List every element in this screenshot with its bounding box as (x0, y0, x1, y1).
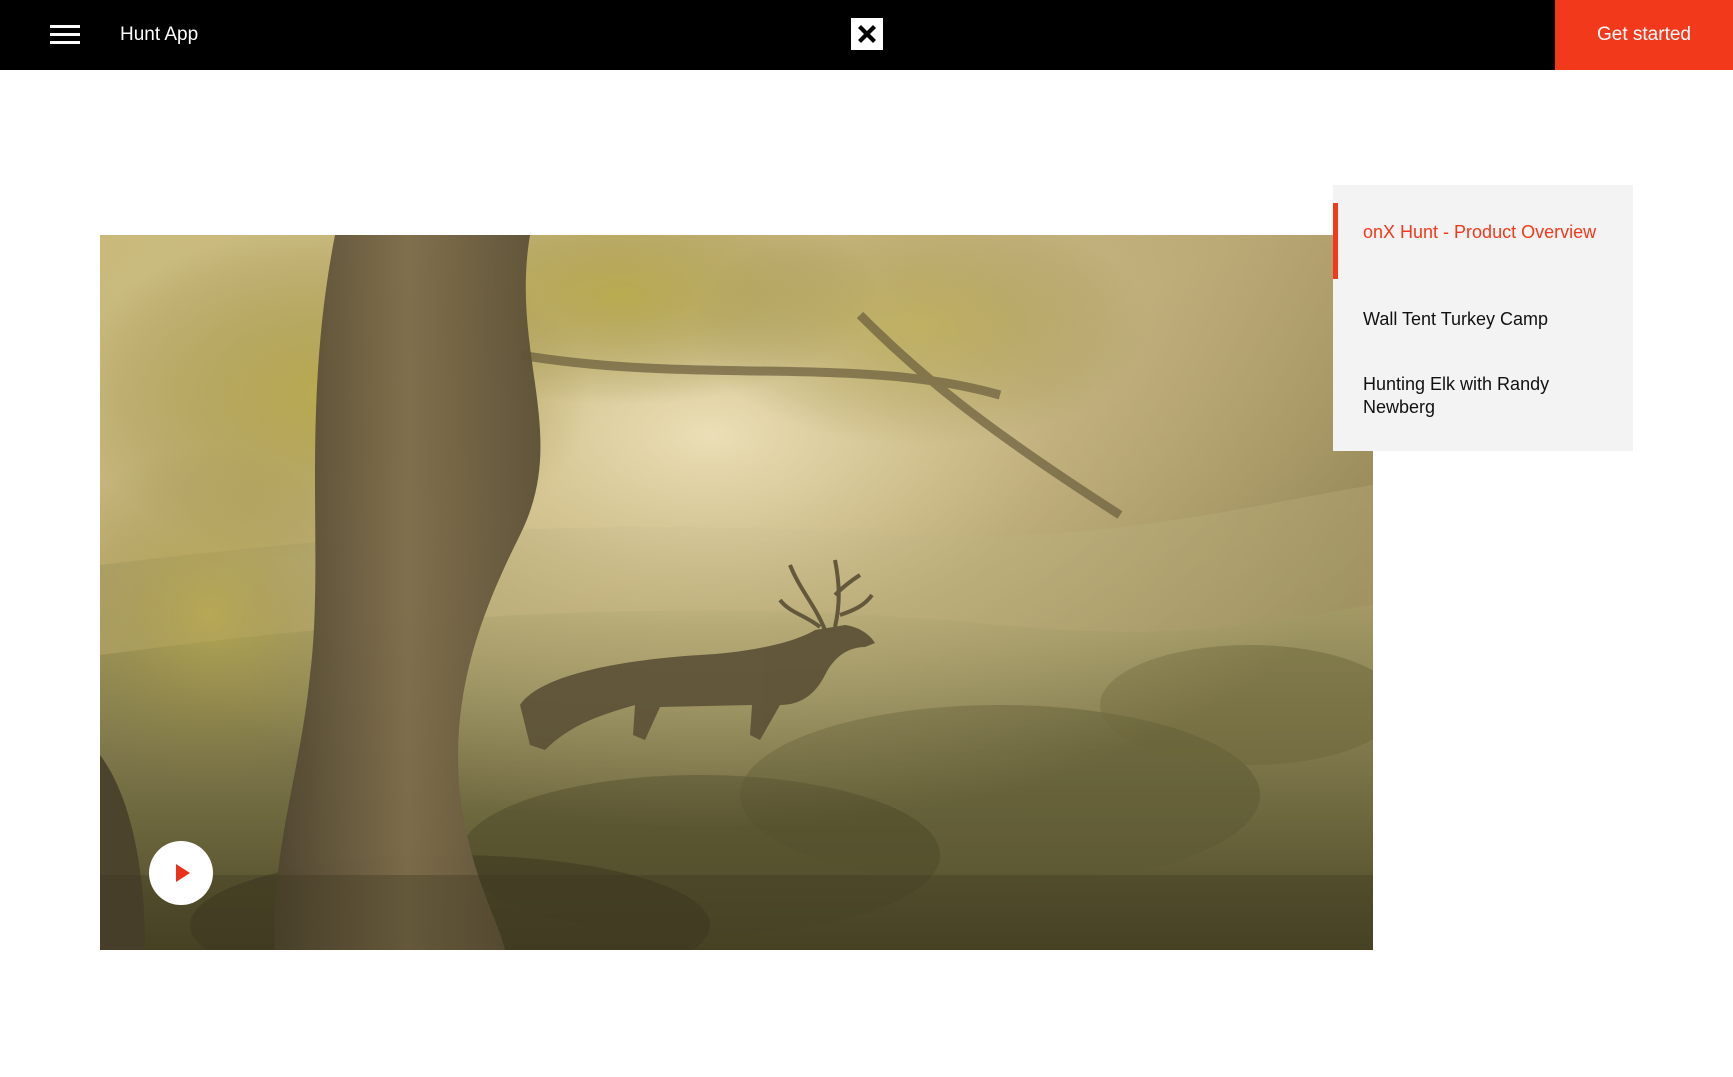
top-nav-bar: Hunt App Get started (0, 0, 1733, 70)
playlist-item-hunting-elk[interactable]: Hunting Elk with Randy Newberg (1333, 373, 1633, 419)
video-player[interactable] (100, 235, 1373, 950)
hamburger-menu-icon[interactable] (48, 22, 82, 48)
x-logo-icon[interactable] (851, 18, 883, 50)
play-icon (176, 864, 190, 882)
playlist-item-product-overview[interactable]: onX Hunt - Product Overview (1333, 203, 1633, 279)
playlist-item-wall-tent-turkey-camp[interactable]: Wall Tent Turkey Camp (1333, 308, 1633, 331)
video-thumbnail (100, 235, 1373, 950)
get-started-button[interactable]: Get started (1555, 0, 1733, 70)
app-title[interactable]: Hunt App (120, 0, 198, 70)
play-button[interactable] (149, 841, 213, 905)
